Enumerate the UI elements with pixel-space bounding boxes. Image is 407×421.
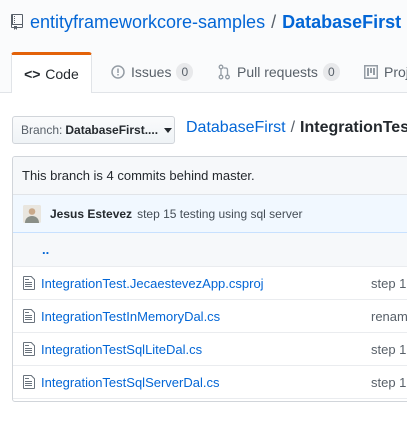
tab-pull-requests[interactable]: Pull requests 0	[216, 52, 340, 92]
tab-code-label: Code	[45, 66, 79, 82]
file-list: .. IntegrationTest.JecaestevezApp.csproj…	[13, 233, 407, 399]
tab-code[interactable]: <> Code	[11, 52, 92, 93]
file-link[interactable]: IntegrationTestSqlLiteDal.cs	[41, 342, 202, 357]
branch-label: Branch:	[21, 123, 63, 137]
file-link[interactable]: IntegrationTestInMemoryDal.cs	[41, 309, 220, 324]
pull-request-icon	[216, 64, 232, 80]
repo-header: entityframeworkcore-samples / DatabaseFi…	[0, 0, 407, 93]
parent-directory-link[interactable]: ..	[42, 242, 49, 257]
repo-owner-link[interactable]: entityframeworkcore-samples	[30, 12, 265, 33]
tab-pull-requests-label: Pull requests	[237, 64, 318, 80]
file-icon	[23, 341, 37, 357]
pull-requests-count: 0	[322, 63, 340, 81]
file-row: IntegrationTestSqlServerDal.cs step 1	[13, 366, 407, 399]
tab-projects-label: Proj	[384, 64, 407, 80]
breadcrumb: DatabaseFirst / IntegrationTest	[186, 119, 407, 137]
project-icon	[363, 65, 379, 79]
tab-issues[interactable]: Issues 0	[110, 52, 194, 92]
caret-down-icon	[164, 127, 173, 133]
breadcrumb-separator: /	[290, 119, 296, 136]
file-commit-message[interactable]: step 1	[371, 276, 406, 291]
file-icon	[23, 308, 37, 324]
repo-nav-tabs: <> Code Issues 0 Pull requests 0 Proj	[0, 52, 407, 93]
commit-author-link[interactable]: Jesus Estevez	[50, 207, 132, 221]
file-commit-message[interactable]: step 1	[371, 342, 406, 357]
file-navigation-box: This branch is 4 commits behind master. …	[12, 156, 407, 402]
file-commit-message[interactable]: renam	[371, 309, 407, 324]
breadcrumb-root-link[interactable]: DatabaseFirst	[186, 119, 286, 136]
repo-icon	[11, 14, 24, 30]
file-icon	[23, 275, 37, 291]
avatar[interactable]	[23, 204, 41, 223]
tab-issues-label: Issues	[131, 64, 172, 80]
file-icon	[23, 374, 37, 390]
breadcrumb-current: IntegrationTest	[300, 119, 407, 136]
code-icon: <>	[24, 66, 41, 82]
repo-separator: /	[271, 11, 277, 32]
commit-message-link[interactable]: step 15 testing using sql server	[137, 207, 302, 221]
file-row: IntegrationTestInMemoryDal.cs renam	[13, 300, 407, 333]
issues-count: 0	[176, 63, 194, 81]
file-link[interactable]: IntegrationTestSqlServerDal.cs	[41, 375, 219, 390]
branch-select-button[interactable]: Branch: DatabaseFirst....	[12, 116, 175, 144]
file-row: IntegrationTestSqlLiteDal.cs step 1	[13, 333, 407, 366]
file-row: IntegrationTest.JecaestevezApp.csproj st…	[13, 267, 407, 300]
repo-name-link[interactable]: DatabaseFirst	[282, 12, 401, 33]
branch-value: DatabaseFirst....	[65, 123, 159, 137]
branch-status: This branch is 4 commits behind master.	[13, 157, 407, 195]
parent-directory-row: ..	[13, 233, 407, 267]
issue-icon	[110, 65, 126, 79]
repo-title: entityframeworkcore-samples / DatabaseFi…	[11, 10, 401, 34]
tab-projects[interactable]: Proj	[363, 52, 407, 92]
last-commit-bar: Jesus Estevez step 15 testing using sql …	[13, 195, 407, 233]
file-link[interactable]: IntegrationTest.JecaestevezApp.csproj	[41, 276, 264, 291]
file-commit-message[interactable]: step 1	[371, 375, 406, 390]
